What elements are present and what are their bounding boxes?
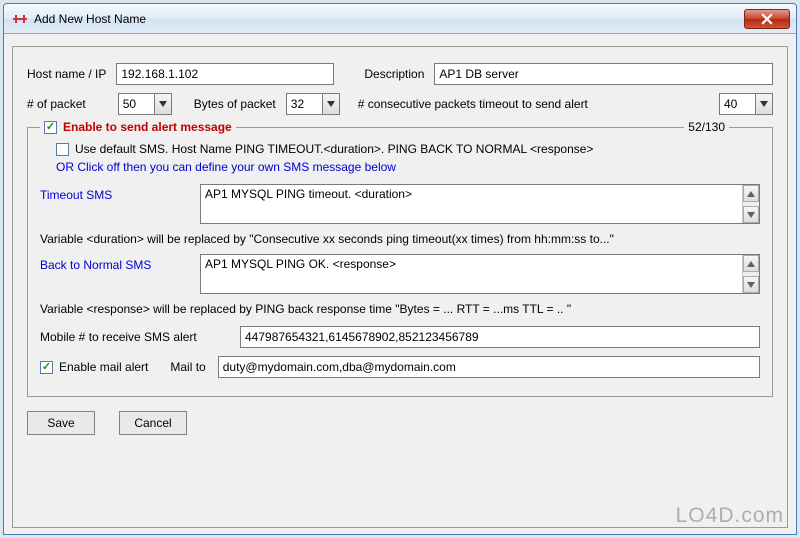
titlebar: Add New Host Name xyxy=(4,4,796,34)
scrollbar[interactable] xyxy=(742,185,759,223)
timeout-sms-textarea[interactable]: AP1 MYSQL PING timeout. <duration> xyxy=(200,184,760,224)
timeout-sms-row: Timeout SMS AP1 MYSQL PING timeout. <dur… xyxy=(40,184,760,224)
back-hint-text: Variable <response> will be replaced by … xyxy=(40,302,571,316)
app-icon xyxy=(12,11,28,27)
num-packet-dropdown[interactable] xyxy=(118,93,172,115)
mail-to-input[interactable] xyxy=(218,356,760,378)
default-sms-label: Use default SMS. Host Name PING TIMEOUT.… xyxy=(75,142,593,156)
timeout-sms-label: Timeout SMS xyxy=(40,184,200,202)
consec-packet-label: # consecutive packets timeout to send al… xyxy=(358,97,588,111)
hostname-input[interactable] xyxy=(116,63,334,85)
enable-alert-checkbox[interactable] xyxy=(44,121,57,134)
bytes-packet-dropdown[interactable] xyxy=(286,93,340,115)
close-button[interactable] xyxy=(744,9,790,29)
description-input[interactable] xyxy=(434,63,773,85)
chevron-down-icon[interactable] xyxy=(755,93,773,115)
chevron-down-icon[interactable] xyxy=(322,93,340,115)
scroll-up-icon[interactable] xyxy=(743,185,759,202)
num-packet-value[interactable] xyxy=(118,93,154,115)
alert-group: 52/130 Enable to send alert message Use … xyxy=(27,127,773,397)
timeout-hint-text: Variable <duration> will be replaced by … xyxy=(40,232,614,246)
row-hostname: Host name / IP Description xyxy=(27,63,773,85)
off-hint-row: OR Click off then you can define your ow… xyxy=(56,160,760,174)
mail-enable-label: Enable mail alert xyxy=(59,360,148,374)
scrollbar[interactable] xyxy=(742,255,759,293)
chevron-down-icon[interactable] xyxy=(154,93,172,115)
cancel-button[interactable]: Cancel xyxy=(119,411,187,435)
scroll-up-icon[interactable] xyxy=(743,255,759,272)
dialog-window: Add New Host Name Host name / IP Descrip… xyxy=(3,3,797,535)
row-packet: # of packet Bytes of packet # consecutiv… xyxy=(27,93,773,115)
bytes-packet-value[interactable] xyxy=(286,93,322,115)
hostname-label: Host name / IP xyxy=(27,67,106,81)
timeout-sms-value[interactable]: AP1 MYSQL PING timeout. <duration> xyxy=(201,185,742,223)
mail-enable-checkbox[interactable] xyxy=(40,361,53,374)
back-sms-textarea[interactable]: AP1 MYSQL PING OK. <response> xyxy=(200,254,760,294)
window-title: Add New Host Name xyxy=(34,12,744,26)
consec-packet-value[interactable] xyxy=(719,93,755,115)
mobile-input[interactable] xyxy=(240,326,760,348)
back-hint-row: Variable <response> will be replaced by … xyxy=(40,302,760,316)
mail-row: Enable mail alert Mail to xyxy=(40,356,760,378)
watermark: LO4D.com xyxy=(676,504,784,528)
off-hint-text: OR Click off then you can define your ow… xyxy=(56,160,396,174)
back-sms-row: Back to Normal SMS AP1 MYSQL PING OK. <r… xyxy=(40,254,760,294)
enable-alert-row: Enable to send alert message xyxy=(40,119,236,135)
mobile-row: Mobile # to receive SMS alert xyxy=(40,326,760,348)
enable-alert-label: Enable to send alert message xyxy=(63,120,232,134)
num-packet-label: # of packet xyxy=(27,97,86,111)
client-area: Host name / IP Description # of packet B… xyxy=(4,34,796,534)
mobile-label: Mobile # to receive SMS alert xyxy=(40,330,240,344)
scroll-down-icon[interactable] xyxy=(743,206,759,223)
timeout-hint-row: Variable <duration> will be replaced by … xyxy=(40,232,760,246)
default-sms-checkbox[interactable] xyxy=(56,143,69,156)
form-panel: Host name / IP Description # of packet B… xyxy=(12,46,788,528)
scroll-down-icon[interactable] xyxy=(743,276,759,293)
description-label: Description xyxy=(364,67,424,81)
save-button[interactable]: Save xyxy=(27,411,95,435)
button-row: Save Cancel xyxy=(27,411,773,435)
back-sms-value[interactable]: AP1 MYSQL PING OK. <response> xyxy=(201,255,742,293)
char-counter: 52/130 xyxy=(684,120,729,134)
default-sms-row: Use default SMS. Host Name PING TIMEOUT.… xyxy=(56,142,760,156)
back-sms-label: Back to Normal SMS xyxy=(40,254,200,272)
consec-packet-dropdown[interactable] xyxy=(719,93,773,115)
mail-to-label: Mail to xyxy=(170,360,205,374)
bytes-packet-label: Bytes of packet xyxy=(194,97,276,111)
